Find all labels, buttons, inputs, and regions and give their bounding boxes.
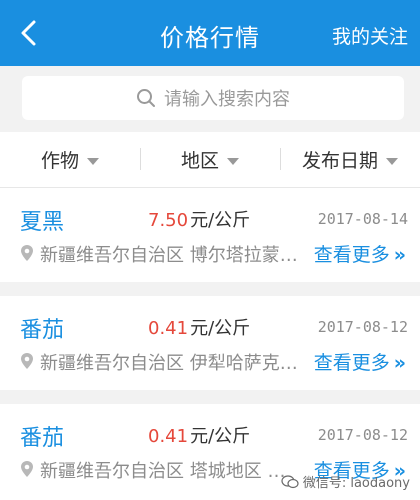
list-item[interactable]: 番茄 0.41 元/公斤 2017-08-12 新疆维吾尔自治区 伊犁哈萨克… 查… [0, 296, 420, 390]
caret-down-icon [227, 158, 239, 165]
filter-region[interactable]: 地区 [140, 146, 280, 173]
double-chevron-right-icon: » [393, 244, 406, 266]
search-section: 请输入搜索内容 [0, 66, 420, 132]
double-chevron-right-icon: » [393, 352, 406, 374]
caret-down-icon [386, 158, 398, 165]
location-pin-icon [21, 245, 33, 261]
view-more-label: 查看更多 [313, 244, 390, 266]
price-info: 0.41 元/公斤 [148, 422, 250, 448]
watermark: 微信号: laodaony [281, 472, 410, 491]
view-more-label: 查看更多 [313, 352, 390, 374]
location-text: 新疆维吾尔自治区 塔城地区 乌苏 [40, 461, 302, 482]
app-header: 价格行情 我的关注 [0, 0, 420, 66]
search-input[interactable]: 请输入搜索内容 [22, 76, 404, 120]
crop-name: 夏黑 [20, 210, 65, 235]
caret-down-icon [87, 158, 99, 165]
filter-bar: 作物 地区 发布日期 [0, 132, 420, 188]
price-value: 7.50 [148, 210, 189, 231]
location-pin-icon [21, 461, 33, 477]
search-icon [137, 89, 155, 107]
price-unit: 元/公斤 [190, 210, 251, 231]
price-info: 0.41 元/公斤 [148, 314, 250, 340]
crop-name: 番茄 [20, 318, 65, 343]
filter-crop[interactable]: 作物 [0, 146, 140, 173]
price-value: 0.41 [148, 426, 189, 447]
list-item[interactable]: 夏黑 7.50 元/公斤 2017-08-14 新疆维吾尔自治区 博尔塔拉蒙… 查… [0, 188, 420, 282]
price-unit: 元/公斤 [190, 426, 251, 447]
watermark-text: 微信号: laodaony [302, 476, 410, 491]
price-info: 7.50 元/公斤 [148, 206, 250, 232]
publish-date: 2017-08-12 [317, 318, 408, 336]
wechat-icon [281, 474, 299, 488]
publish-date: 2017-08-12 [317, 426, 408, 444]
location-text: 新疆维吾尔自治区 伊犁哈萨克… [40, 353, 298, 374]
filter-region-label: 地区 [180, 150, 219, 172]
view-more-button[interactable]: 查看更多» [314, 240, 406, 267]
divider [0, 390, 420, 404]
view-more-button[interactable]: 查看更多» [314, 348, 406, 375]
filter-date-label: 发布日期 [301, 150, 378, 172]
filter-crop-label: 作物 [40, 150, 79, 172]
price-value: 0.41 [148, 318, 189, 339]
location-pin-icon [21, 353, 33, 369]
chevron-left-icon[interactable] [16, 18, 44, 48]
price-unit: 元/公斤 [190, 318, 251, 339]
filter-date[interactable]: 发布日期 [280, 146, 420, 173]
crop-name: 番茄 [20, 426, 65, 451]
location-text: 新疆维吾尔自治区 博尔塔拉蒙… [40, 245, 298, 266]
my-follow-button[interactable]: 我的关注 [332, 22, 408, 49]
search-placeholder: 请输入搜索内容 [164, 89, 290, 110]
divider [0, 282, 420, 296]
publish-date: 2017-08-14 [317, 210, 408, 228]
